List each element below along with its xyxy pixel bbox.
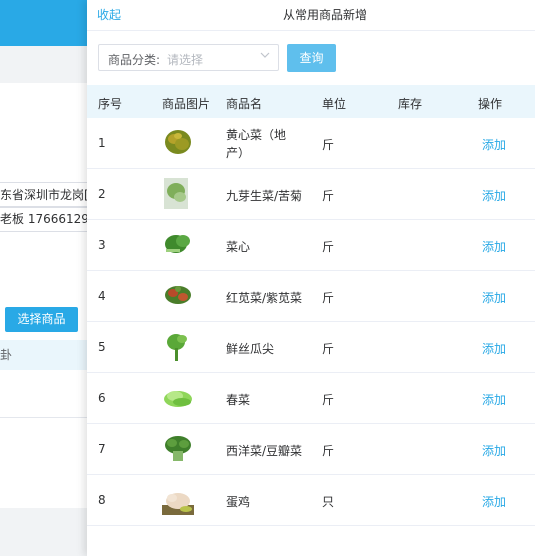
row-unit: 斤 bbox=[322, 189, 335, 203]
row-unit: 斤 bbox=[322, 444, 335, 458]
row-index: 2 bbox=[98, 187, 106, 201]
background-row-label: 卦 bbox=[0, 348, 13, 362]
table-row: 5 鲜丝瓜尖 斤 添加 bbox=[87, 322, 535, 373]
row-index: 5 bbox=[98, 340, 106, 354]
table-row: 7 西洋菜/豆瓣菜 斤 添加 bbox=[87, 424, 535, 475]
add-link[interactable]: 添加 bbox=[482, 289, 506, 306]
address-field[interactable]: 东省深圳市龙岗[ bbox=[0, 182, 90, 208]
row-name: 春菜 bbox=[226, 393, 251, 407]
row-name: 九芽生菜/苦菊 bbox=[226, 189, 303, 203]
background-band bbox=[0, 46, 90, 83]
table-row: 4 红苋菜/紫苋菜 斤 添加 bbox=[87, 271, 535, 322]
table-header: 序号 商品图片 商品名 单位 库存 操作 bbox=[87, 85, 535, 118]
row-index: 8 bbox=[98, 493, 106, 507]
row-index: 3 bbox=[98, 238, 106, 252]
background-divider bbox=[0, 417, 90, 418]
table-row: 1 黄心菜（地产） 斤 添加 bbox=[87, 118, 535, 169]
table-row: 2 九芽生菜/苦菊 斤 添加 bbox=[87, 169, 535, 220]
row-name: 鲜丝瓜尖 bbox=[226, 342, 275, 356]
add-link[interactable]: 添加 bbox=[482, 391, 506, 408]
row-name: 菜心 bbox=[226, 240, 251, 254]
background-top-bar bbox=[0, 0, 90, 46]
query-button[interactable]: 查询 bbox=[287, 44, 336, 72]
chevron-down-icon bbox=[260, 52, 270, 58]
add-link[interactable]: 添加 bbox=[482, 136, 506, 153]
header-stock: 库存 bbox=[398, 97, 423, 111]
chicken-image bbox=[162, 493, 194, 515]
row-unit: 斤 bbox=[322, 240, 335, 254]
category-label: 商品分类: bbox=[108, 53, 161, 67]
watercress-image bbox=[165, 436, 191, 461]
address-text: 东省深圳市龙岗[ bbox=[0, 188, 89, 202]
cabbage-image bbox=[165, 130, 191, 154]
row-name: 蛋鸡 bbox=[226, 495, 251, 509]
row-name: 红苋菜/紫苋菜 bbox=[226, 291, 303, 305]
loofah-shoots-image bbox=[167, 334, 187, 361]
choy-sum-image bbox=[165, 235, 190, 253]
add-from-frequent-goods-drawer: 收起 从常用商品新增 商品分类: 请选择 查询 序号 商品图片 商品名 单位 库… bbox=[87, 0, 535, 556]
add-link[interactable]: 添加 bbox=[482, 442, 506, 459]
row-unit: 斤 bbox=[322, 291, 335, 305]
row-name: 黄心菜（地产） bbox=[226, 128, 287, 160]
row-unit: 只 bbox=[322, 495, 335, 509]
header-unit: 单位 bbox=[322, 97, 347, 111]
category-placeholder: 请选择 bbox=[167, 53, 204, 67]
table-row: 6 春菜 斤 添加 bbox=[87, 373, 535, 424]
contact-text: 老板 17666129: bbox=[0, 212, 90, 226]
add-link[interactable]: 添加 bbox=[482, 340, 506, 357]
row-unit: 斤 bbox=[322, 138, 335, 152]
contact-field[interactable]: 老板 17666129: bbox=[0, 206, 90, 232]
table-row: 3 菜心 斤 添加 bbox=[87, 220, 535, 271]
add-link[interactable]: 添加 bbox=[482, 187, 506, 204]
select-goods-button[interactable]: 选择商品 bbox=[5, 307, 78, 332]
background-table-header: 卦 bbox=[0, 340, 90, 370]
table-row: 8 蛋鸡 只 添加 bbox=[87, 475, 535, 526]
header-action: 操作 bbox=[478, 97, 503, 111]
row-index: 1 bbox=[98, 136, 106, 150]
add-link[interactable]: 添加 bbox=[482, 238, 506, 255]
spring-greens-image bbox=[164, 391, 192, 407]
row-name: 西洋菜/豆瓣菜 bbox=[226, 444, 303, 458]
row-index: 6 bbox=[98, 391, 106, 405]
collapse-link[interactable]: 收起 bbox=[97, 6, 121, 23]
header-index: 序号 bbox=[98, 97, 123, 111]
background-footer bbox=[0, 508, 90, 556]
row-unit: 斤 bbox=[322, 393, 335, 407]
row-index: 7 bbox=[98, 442, 106, 456]
drawer-header: 收起 从常用商品新增 bbox=[87, 0, 535, 31]
row-index: 4 bbox=[98, 289, 106, 303]
header-image: 商品图片 bbox=[162, 97, 211, 111]
drawer-title: 从常用商品新增 bbox=[283, 8, 368, 22]
amaranth-image bbox=[165, 286, 191, 304]
row-unit: 斤 bbox=[322, 342, 335, 356]
header-name: 商品名 bbox=[226, 97, 263, 111]
add-link[interactable]: 添加 bbox=[482, 493, 506, 510]
category-select[interactable]: 商品分类: 请选择 bbox=[98, 44, 279, 71]
lettuce-image bbox=[164, 178, 188, 209]
